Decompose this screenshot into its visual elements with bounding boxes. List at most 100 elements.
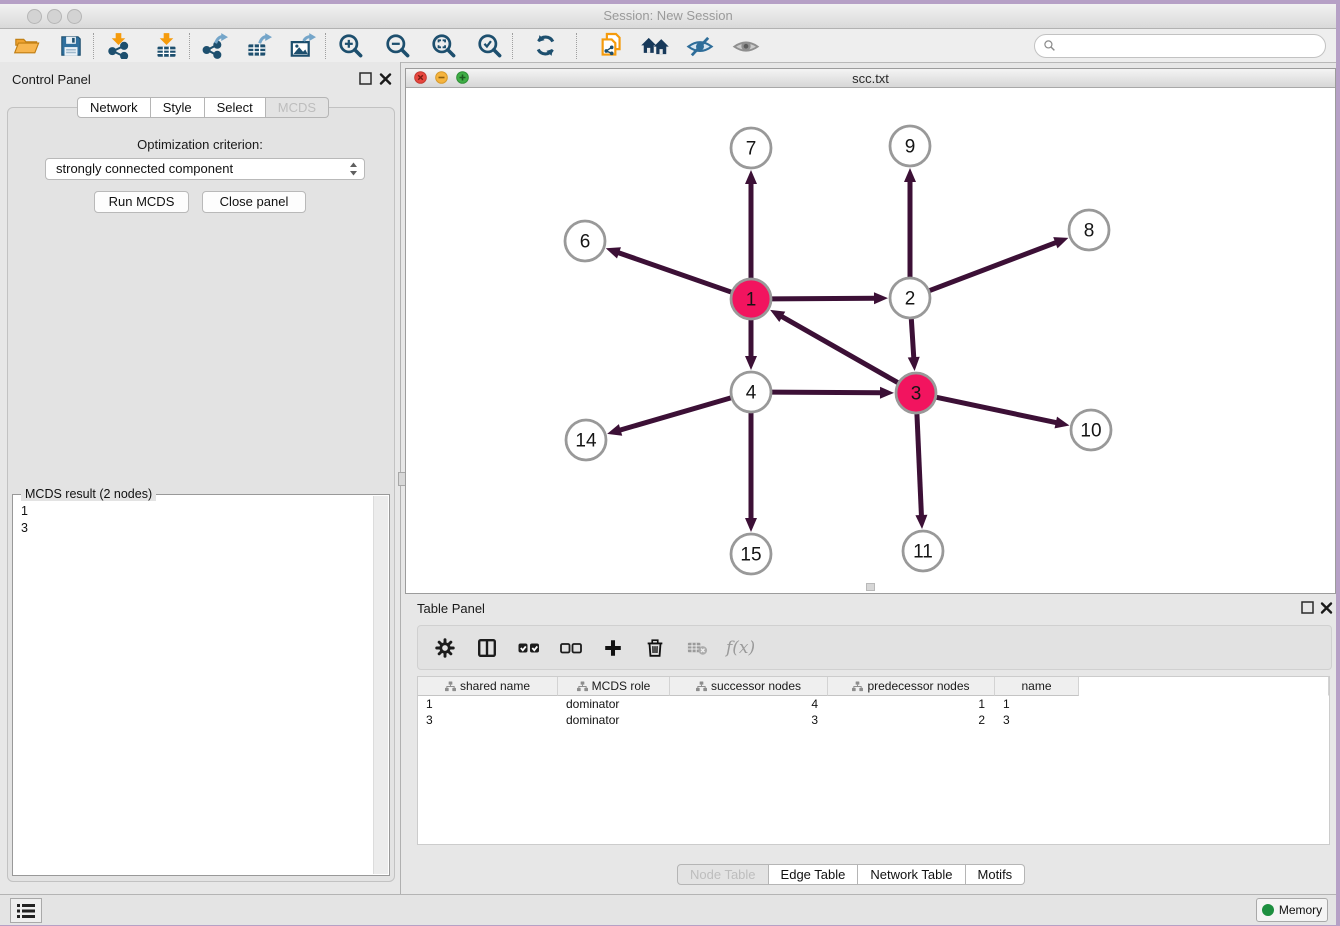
cell-successor-nodes[interactable]: 3: [670, 712, 828, 728]
optimization-select[interactable]: strongly connected component: [45, 158, 365, 180]
network-title: scc.txt: [406, 71, 1335, 86]
table-float-button[interactable]: [1300, 600, 1315, 620]
tab-select[interactable]: Select: [205, 97, 266, 118]
show-columns-button[interactable]: [474, 633, 500, 663]
open-session-button[interactable]: [10, 31, 42, 61]
tab-style[interactable]: Style: [151, 97, 205, 118]
optimization-label: Optimization criterion:: [0, 137, 400, 152]
column-label: shared name: [460, 679, 530, 693]
deselect-all-rows-button[interactable]: [558, 633, 584, 663]
table-row-0[interactable]: 1dominator411: [418, 696, 1329, 712]
select-all-rows-button[interactable]: [516, 633, 542, 663]
mcds-result-line: 3: [13, 520, 367, 537]
network-window: scc.txt 7968124314101511: [405, 68, 1336, 594]
network-resize-grip[interactable]: [866, 583, 875, 591]
mcds-result-scrollbar[interactable]: [373, 496, 388, 874]
toolbar-separator: [325, 33, 327, 59]
edge-arrowhead: [1053, 237, 1068, 248]
cell-shared-name[interactable]: 3: [418, 712, 558, 728]
cell-predecessor-nodes[interactable]: 1: [828, 696, 995, 712]
refresh-view-button[interactable]: [529, 31, 561, 61]
export-table-button[interactable]: [242, 31, 274, 61]
control-panel-tabs: NetworkStyleSelectMCDS: [77, 97, 329, 118]
list-icon: [16, 903, 36, 919]
search-input[interactable]: [1061, 36, 1315, 56]
node-table-body: 1dominator4113dominator323: [418, 696, 1329, 728]
function-builder-button[interactable]: f(x): [726, 633, 755, 663]
edge-4-3[interactable]: [772, 392, 882, 393]
edge-3-10[interactable]: [937, 397, 1058, 423]
export-network-button[interactable]: [198, 31, 230, 61]
session-title: Session: New Session: [0, 8, 1336, 23]
table-settings-button[interactable]: [432, 633, 458, 663]
edge-3-1[interactable]: [781, 316, 898, 383]
close-panel-button[interactable]: [378, 71, 393, 91]
save-session-button[interactable]: [56, 31, 86, 61]
export-image-button[interactable]: [286, 31, 318, 61]
cell-predecessor-nodes[interactable]: 2: [828, 712, 995, 728]
import-table-button[interactable]: [150, 31, 182, 61]
delete-column-button[interactable]: [642, 633, 668, 663]
run-mcds-button[interactable]: Run MCDS: [94, 191, 189, 213]
delete-table-icon: [686, 636, 709, 659]
export-table-icon: [245, 32, 272, 59]
column-header-predecessor-nodes[interactable]: predecessor nodes: [828, 677, 995, 696]
tab-network-table[interactable]: Network Table: [858, 864, 965, 885]
network-document-icon: [596, 31, 625, 60]
cell-mcds-role[interactable]: dominator: [558, 712, 670, 728]
unchecked-boxes-icon: [559, 636, 583, 660]
main-titlebar: Session: New Session: [0, 4, 1336, 29]
node-table-header: shared name MCDS rolesuccessor nodesprede…: [418, 677, 1329, 696]
edge-1-2[interactable]: [772, 298, 876, 299]
column-header-mcds-role[interactable]: MCDS role: [558, 677, 670, 696]
cell-name[interactable]: 3: [995, 712, 1079, 728]
clone-network-button[interactable]: [593, 31, 627, 61]
zoom-out-button[interactable]: [381, 31, 413, 61]
column-label: name: [1021, 679, 1051, 693]
zoom-fit-button[interactable]: [427, 31, 459, 61]
search-icon: [1043, 39, 1056, 52]
add-column-button[interactable]: [600, 633, 626, 663]
column-header-successor-nodes[interactable]: successor nodes: [670, 677, 828, 696]
cell-shared-name[interactable]: 1: [418, 696, 558, 712]
table-panel-title: Table Panel: [417, 601, 485, 616]
table-close-button[interactable]: [1319, 600, 1334, 620]
cell-name[interactable]: 1: [995, 696, 1079, 712]
memory-button[interactable]: Memory: [1256, 898, 1328, 922]
import-table-icon: [153, 32, 180, 59]
tab-mcds[interactable]: MCDS: [266, 97, 329, 118]
delete-table-button[interactable]: [684, 633, 710, 663]
tab-network[interactable]: Network: [77, 97, 151, 118]
column-header-name[interactable]: name: [995, 677, 1079, 696]
edge-arrowhead: [606, 247, 621, 258]
show-all-button[interactable]: [729, 31, 763, 61]
edge-4-14[interactable]: [619, 398, 731, 431]
edge-2-8[interactable]: [930, 242, 1058, 290]
tab-edge-table[interactable]: Edge Table: [769, 864, 859, 885]
float-panel-button[interactable]: [358, 71, 373, 91]
tab-motifs[interactable]: Motifs: [966, 864, 1026, 885]
memory-status-icon: [1262, 904, 1274, 916]
edge-2-3[interactable]: [911, 319, 914, 359]
mcds-result-line: 1: [13, 503, 367, 520]
task-history-button[interactable]: [10, 898, 42, 923]
cell-successor-nodes[interactable]: 4: [670, 696, 828, 712]
toolbar-separator: [189, 33, 191, 59]
hide-selected-button[interactable]: [683, 31, 717, 61]
node-label-8: 8: [1084, 221, 1095, 242]
cell-mcds-role[interactable]: dominator: [558, 696, 670, 712]
table-row-1[interactable]: 3dominator323: [418, 712, 1329, 728]
close-icon: [1319, 600, 1334, 615]
memory-label: Memory: [1279, 903, 1322, 917]
edge-1-6[interactable]: [617, 252, 731, 292]
import-network-button[interactable]: [102, 31, 134, 61]
close-panel-action-button[interactable]: Close panel: [202, 191, 306, 213]
checked-boxes-icon: [517, 636, 541, 660]
edge-3-11[interactable]: [917, 414, 922, 517]
zoom-selected-button[interactable]: [473, 31, 505, 61]
tab-node-table[interactable]: Node Table: [677, 864, 769, 885]
zoom-in-button[interactable]: [334, 31, 366, 61]
network-canvas[interactable]: 7968124314101511: [406, 88, 1335, 593]
column-header-shared-name[interactable]: shared name: [418, 677, 558, 696]
reset-home-button[interactable]: [637, 31, 673, 61]
